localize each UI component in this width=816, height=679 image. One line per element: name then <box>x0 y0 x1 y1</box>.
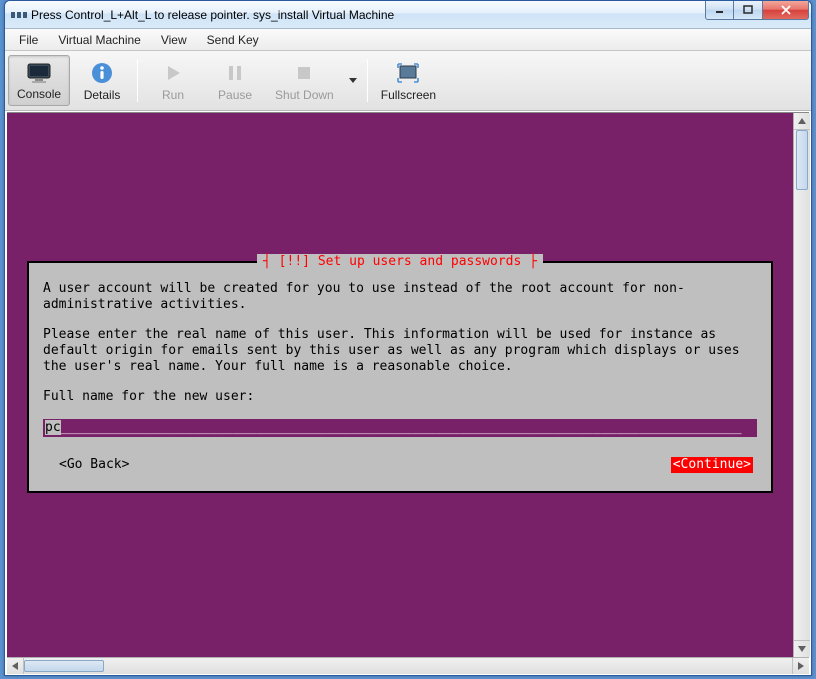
toolbar-separator <box>137 59 138 102</box>
run-button[interactable]: Run <box>143 55 203 106</box>
scrollbar-thumb[interactable] <box>796 130 808 190</box>
menu-view[interactable]: View <box>151 31 197 49</box>
scroll-left-icon[interactable] <box>7 658 24 674</box>
shutdown-button[interactable]: Shut Down <box>267 55 342 106</box>
shutdown-label: Shut Down <box>275 88 334 102</box>
maximize-button[interactable] <box>734 1 763 20</box>
go-back-button[interactable]: <Go Back> <box>59 457 129 473</box>
stop-icon <box>294 60 314 86</box>
horizontal-scrollbar[interactable] <box>7 657 809 674</box>
scroll-up-icon[interactable] <box>794 113 810 130</box>
info-icon <box>90 60 114 86</box>
continue-button[interactable]: <Continue> <box>671 457 753 473</box>
details-button[interactable]: Details <box>72 55 132 106</box>
pause-icon <box>225 60 245 86</box>
fullscreen-button[interactable]: Fullscreen <box>373 55 444 106</box>
fullscreen-label: Fullscreen <box>381 88 436 102</box>
pause-button[interactable]: Pause <box>205 55 265 106</box>
scrollbar-thumb[interactable] <box>24 660 104 672</box>
app-icon <box>11 7 27 23</box>
dialog-para2: Please enter the real name of this user.… <box>43 327 757 375</box>
console-label: Console <box>17 87 61 101</box>
vertical-scrollbar[interactable] <box>793 113 810 657</box>
window-frame: Press Control_L+Alt_L to release pointer… <box>4 0 812 676</box>
fullscreen-icon <box>395 60 421 86</box>
minimize-button[interactable] <box>705 1 734 20</box>
menu-virtual-machine[interactable]: Virtual Machine <box>48 31 151 49</box>
scroll-right-icon[interactable] <box>792 658 809 674</box>
shutdown-dropdown[interactable] <box>343 55 363 106</box>
titlebar[interactable]: Press Control_L+Alt_L to release pointer… <box>5 1 811 29</box>
scroll-down-icon[interactable] <box>794 640 810 657</box>
pause-label: Pause <box>218 88 252 102</box>
toolbar: Console Details Run <box>5 51 811 111</box>
toolbar-separator <box>367 59 368 102</box>
run-label: Run <box>162 88 184 102</box>
details-label: Details <box>84 88 121 102</box>
menu-send-key[interactable]: Send Key <box>197 31 269 49</box>
dialog-prompt: Full name for the new user: <box>43 389 757 405</box>
menu-file[interactable]: File <box>9 31 48 49</box>
dialog-para1: A user account will be created for you t… <box>43 281 757 313</box>
menubar: File Virtual Machine View Send Key <box>5 29 811 51</box>
console-button[interactable]: Console <box>8 55 70 106</box>
close-button[interactable] <box>763 1 809 20</box>
dialog-title: ┤ [!!] Set up users and passwords ├ <box>257 254 543 270</box>
window-title: Press Control_L+Alt_L to release pointer… <box>31 8 394 22</box>
monitor-icon <box>26 60 52 85</box>
vm-display[interactable]: ┤ [!!] Set up users and passwords ├ A us… <box>7 112 809 657</box>
installer-dialog: ┤ [!!] Set up users and passwords ├ A us… <box>27 261 773 493</box>
play-icon <box>163 60 183 86</box>
fullname-input[interactable]: pc______________________________________… <box>43 419 757 437</box>
